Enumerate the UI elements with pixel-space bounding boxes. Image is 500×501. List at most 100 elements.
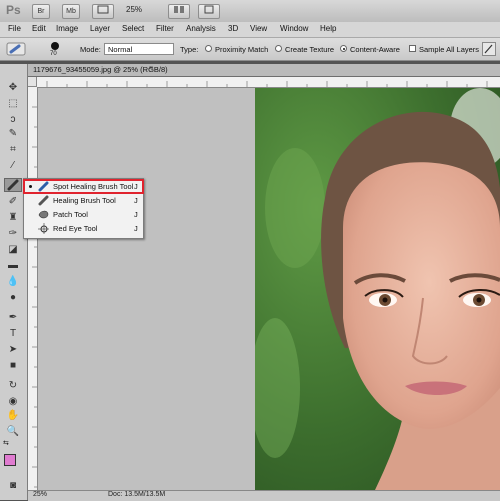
menu-bar: File Edit Image Layer Select Filter Anal…	[0, 22, 500, 38]
photoshop-logo: Ps	[6, 3, 21, 17]
mode-label: Mode:	[80, 45, 101, 54]
type-label: Type:	[180, 45, 199, 54]
flyout-item-label: Red Eye Tool	[53, 224, 98, 233]
menu-window[interactable]: Window	[280, 24, 308, 33]
zoom-level[interactable]: 25%	[126, 5, 142, 14]
application-bar: Ps Br Mb 25%	[0, 0, 500, 23]
content-aware-label: Content-Aware	[350, 45, 400, 54]
menu-help[interactable]: Help	[320, 24, 336, 33]
status-bar: 25% Doc: 13.5M/13.5M	[28, 490, 500, 501]
healing-brush-icon	[38, 195, 49, 206]
clone-stamp-tool[interactable]: ♜	[4, 210, 22, 224]
hand-icon: ✋	[6, 409, 20, 421]
flyout-item-patch[interactable]: Patch Tool J	[24, 208, 143, 221]
menu-view[interactable]: View	[250, 24, 267, 33]
document-size[interactable]: Doc: 13.5M/13.5M	[108, 491, 165, 498]
clone-stamp-icon: ♜	[8, 211, 18, 223]
eraser-icon: ◪	[8, 243, 18, 255]
menu-edit[interactable]: Edit	[32, 24, 46, 33]
content-aware-radio[interactable]	[340, 45, 347, 52]
flyout-item-label: Healing Brush Tool	[53, 196, 116, 205]
red-eye-icon	[38, 223, 49, 234]
tool-preset-icon[interactable]	[6, 42, 26, 56]
document-image[interactable]	[255, 88, 500, 490]
foreground-color-swatch[interactable]	[4, 454, 16, 466]
flyout-item-spot-healing-brush[interactable]: Spot Healing Brush Tool J	[23, 179, 144, 194]
blur-tool[interactable]: 💧	[4, 274, 22, 288]
crop-icon: ⌗	[10, 143, 16, 155]
3d-camera-icon: ◉	[8, 395, 18, 407]
3d-rotate-tool[interactable]: ↻	[4, 378, 22, 392]
flyout-item-red-eye[interactable]: Red Eye Tool J	[24, 222, 143, 235]
screen-mode-button[interactable]	[198, 4, 220, 19]
3d-camera-tool[interactable]: ◉	[4, 394, 22, 408]
sample-all-layers-checkbox[interactable]	[409, 45, 416, 52]
tools-panel: ✥ ⬚ ↄ ✎ ⌗ ⁄ ✐ ♜ ✑ ◪ ▬ 💧 ● ✒ T ➤ ■ ↻ ◉ ✋ …	[0, 64, 28, 500]
document-tab[interactable]: 1179676_93455059.jpg @ 25% (RGB/8) ×	[28, 64, 500, 77]
patch-icon	[38, 210, 49, 219]
menu-filter[interactable]: Filter	[156, 24, 174, 33]
proximity-match-radio[interactable]	[205, 45, 212, 52]
ruler-origin[interactable]	[28, 77, 37, 87]
flyout-item-healing-brush[interactable]: Healing Brush Tool J	[24, 194, 143, 207]
pen-tool[interactable]: ✒	[4, 310, 22, 324]
gradient-tool[interactable]: ▬	[4, 258, 22, 272]
healing-tools-flyout: Spot Healing Brush Tool J Healing Brush …	[23, 178, 144, 239]
type-icon: T	[9, 327, 17, 339]
history-brush-icon: ✑	[8, 227, 18, 239]
launch-bridge-button[interactable]: Br	[32, 4, 50, 19]
marquee-tool[interactable]: ⬚	[4, 96, 22, 110]
history-brush-tool[interactable]: ✑	[4, 226, 22, 240]
type-tool[interactable]: T	[4, 326, 22, 340]
menu-image[interactable]: Image	[56, 24, 78, 33]
quick-mask-icon: ◙	[9, 479, 17, 491]
create-texture-radio[interactable]	[275, 45, 282, 52]
spot-healing-brush-icon	[38, 181, 49, 192]
brush-icon: ✐	[8, 195, 18, 207]
spot-healing-icon	[7, 179, 19, 191]
screen-mode-icon	[204, 5, 214, 14]
dodge-icon: ●	[9, 291, 17, 303]
brush-size: 70	[50, 51, 57, 57]
lasso-tool[interactable]: ↄ	[4, 112, 22, 126]
brush-tool[interactable]: ✐	[4, 194, 22, 208]
proximity-match-label: Proximity Match	[215, 45, 269, 54]
horizontal-ruler-ticks	[46, 81, 488, 87]
menu-analysis[interactable]: Analysis	[186, 24, 216, 33]
menu-layer[interactable]: Layer	[90, 24, 110, 33]
menu-3d[interactable]: 3D	[228, 24, 238, 33]
marquee-icon: ⬚	[8, 97, 18, 109]
move-icon: ✥	[8, 81, 18, 93]
horizontal-ruler[interactable]	[37, 77, 500, 88]
shortcut-key: J	[134, 196, 138, 205]
eyedropper-tool[interactable]: ⁄	[4, 158, 22, 172]
launch-minibridge-button[interactable]: Mb	[62, 4, 80, 19]
menu-select[interactable]: Select	[122, 24, 144, 33]
move-tool[interactable]: ✥	[4, 80, 22, 94]
swap-colors-icon[interactable]: ⇆	[3, 439, 9, 447]
options-bar: 70 Mode: Normal Type: Proximity Match Cr…	[0, 38, 500, 61]
close-document-icon[interactable]: ×	[149, 65, 153, 72]
dodge-tool[interactable]: ●	[4, 290, 22, 304]
crop-tool[interactable]: ⌗	[4, 142, 22, 156]
view-extras-button[interactable]	[92, 4, 114, 19]
zoom-icon: 🔍	[6, 425, 20, 437]
quick-mask-button[interactable]: ◙	[4, 478, 22, 492]
pressure-size-icon[interactable]	[482, 42, 496, 56]
blur-icon: 💧	[6, 275, 20, 287]
arrange-icon	[174, 6, 184, 13]
menu-file[interactable]: File	[8, 24, 21, 33]
path-select-tool[interactable]: ➤	[4, 342, 22, 356]
portrait-photo	[255, 88, 500, 490]
vertical-ruler[interactable]	[28, 87, 38, 490]
status-zoom[interactable]: 25%	[33, 491, 47, 498]
arrange-documents-button[interactable]	[168, 4, 190, 19]
quick-select-tool[interactable]: ✎	[4, 126, 22, 140]
3d-rotate-icon: ↻	[8, 379, 18, 391]
spot-healing-tool[interactable]	[4, 178, 22, 192]
mode-select[interactable]: Normal	[104, 43, 174, 55]
zoom-tool[interactable]: 🔍	[4, 424, 22, 438]
eraser-tool[interactable]: ◪	[4, 242, 22, 256]
hand-tool[interactable]: ✋	[4, 408, 22, 422]
shape-tool[interactable]: ■	[4, 358, 22, 372]
